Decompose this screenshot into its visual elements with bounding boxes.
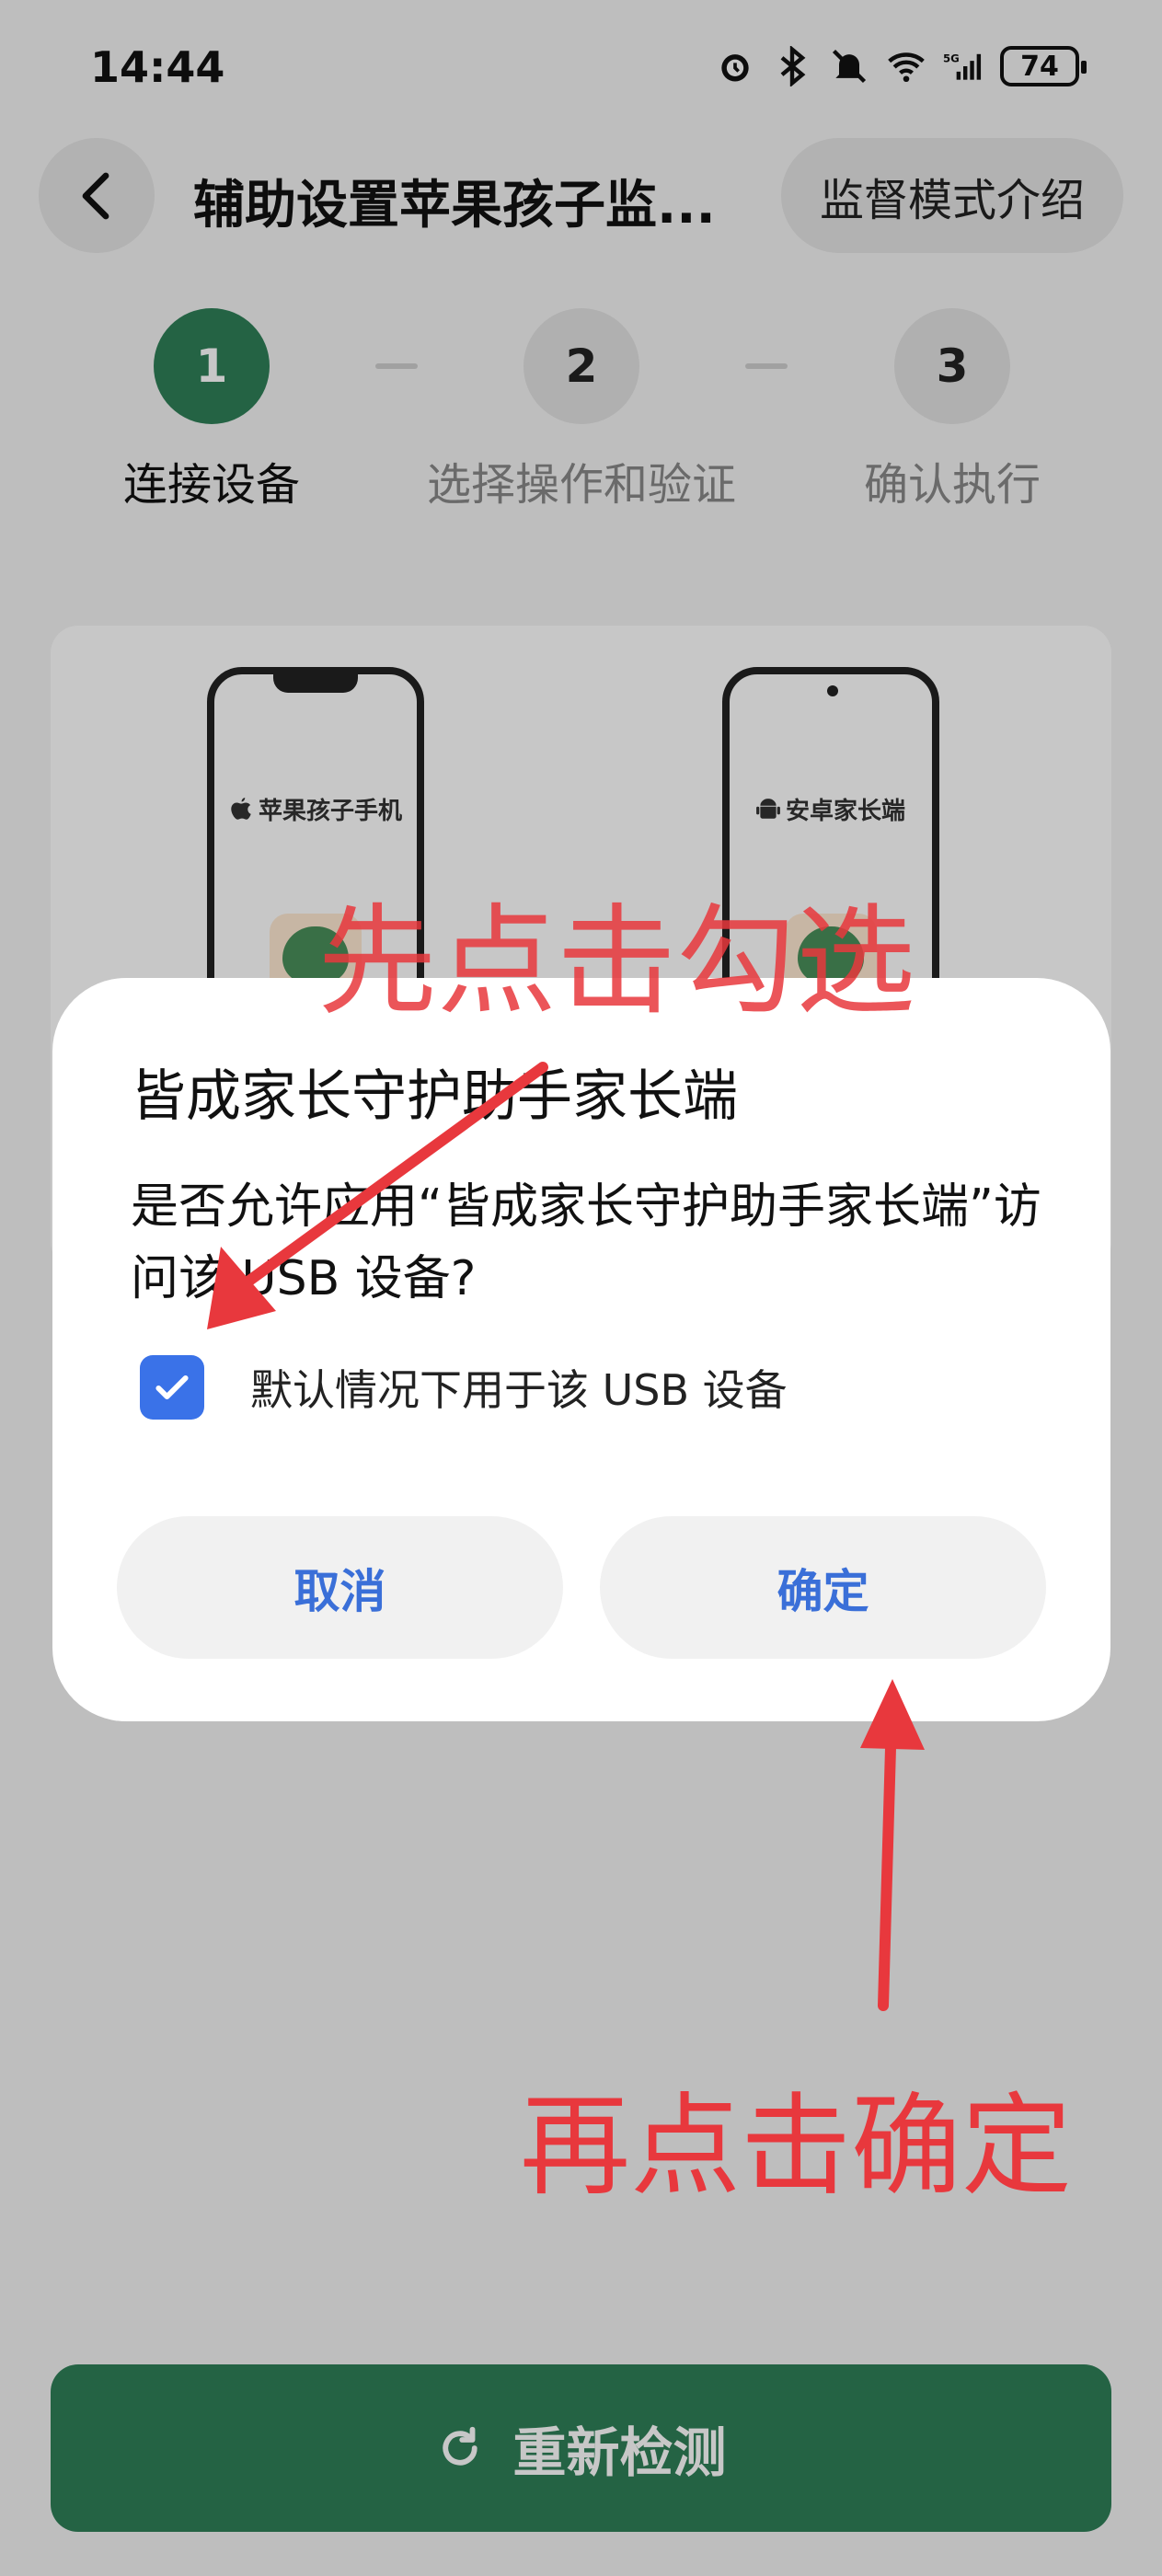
cancel-button[interactable]: 取消: [117, 1516, 563, 1659]
annotation-check-first: 先点击勾选: [317, 891, 916, 1031]
dialog-message: 是否允许应用“皆成家长守护助手家长端”访问该 USB 设备?: [131, 1179, 1041, 1306]
default-usb-checkbox[interactable]: [140, 1355, 204, 1420]
dialog-title: 皆成家长守护助手家长端: [131, 1064, 738, 1129]
checkmark-icon: [155, 1374, 189, 1400]
default-usb-checkbox-label: 默认情况下用于该 USB 设备: [250, 1365, 788, 1415]
usb-permission-dialog: 皆成家长守护助手家长端 是否允许应用“皆成家长守护助手家长端”访问该 USB 设…: [52, 978, 1110, 1721]
default-usb-checkbox-row[interactable]: 默认情况下用于该 USB 设备: [140, 1355, 788, 1420]
annotation-then-confirm: 再点击确定: [520, 2083, 1072, 2211]
ok-button[interactable]: 确定: [600, 1516, 1046, 1659]
